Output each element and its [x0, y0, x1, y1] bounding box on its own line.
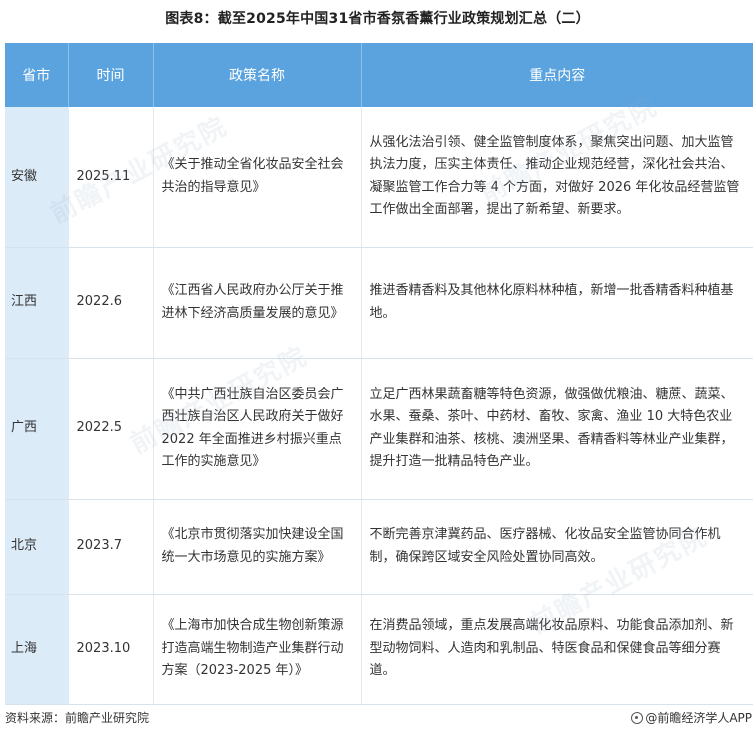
- table-row: 广西 2022.5 《中共广西壮族自治区委员会广西壮族自治区人民政府关于做好 2…: [5, 358, 753, 500]
- policy-name-cell: 《北京市贯彻落实加快建设全国统一大市场意见的实施方案》: [153, 499, 362, 595]
- table-row: 北京 2023.7 《北京市贯彻落实加快建设全国统一大市场意见的实施方案》 不断…: [5, 499, 753, 595]
- time-cell: 2022.6: [68, 247, 154, 359]
- key-content-cell: 从强化法治引领、健全监管制度体系，聚焦突出问题、加大监管执法力度，压实主体责任、…: [361, 107, 753, 248]
- key-content-cell: 推进香精香料及其他林化原料林种植，新增一批香精香料种植基地。: [361, 247, 753, 359]
- table-row: 上海 2023.10 《上海市加快合成生物创新策源 打造高端生物制造产业集群行动…: [5, 594, 753, 705]
- time-cell: 2023.10: [68, 594, 154, 705]
- province-cell: 北京: [5, 499, 69, 595]
- source-note: 资料来源：前瞻产业研究院: [5, 711, 150, 725]
- key-content-cell: 不断完善京津冀药品、医疗器械、化妆品安全监管协同合作机制，确保跨区域安全风险处置…: [361, 499, 753, 595]
- chart-title: 图表8：截至2025年中国31省市香氛香薰行业政策规划汇总（二）: [165, 11, 590, 27]
- brand-attribution: @前瞻经济学人APP: [631, 709, 752, 727]
- policy-table: 省市 时间 政策名称 重点内容 安徽 2025.11 《关于推动全省化妆品安全社…: [5, 43, 753, 705]
- time-cell: 2022.5: [68, 358, 154, 500]
- policy-name-cell: 《上海市加快合成生物创新策源 打造高端生物制造产业集群行动方案（2023-202…: [153, 594, 362, 705]
- policy-name-cell: 《江西省人民政府办公厅关于推进林下经济高质量发展的意见》: [153, 247, 362, 359]
- policy-name-cell: 《中共广西壮族自治区委员会广西壮族自治区人民政府关于做好 2022 年全面推进乡…: [153, 358, 362, 500]
- brand-text: @前瞻经济学人APP: [645, 711, 752, 725]
- header-province: 省市: [5, 43, 69, 107]
- province-cell: 上海: [5, 594, 69, 705]
- header-key-content: 重点内容: [361, 43, 753, 107]
- header-policy-name: 政策名称: [153, 43, 362, 107]
- province-cell: 江西: [5, 247, 69, 359]
- key-content-cell: 立足广西林果蔬畜糖等特色资源，做强做优粮油、糖蔗、蔬菜、水果、蚕桑、茶叶、中药材…: [361, 358, 753, 500]
- header-time: 时间: [68, 43, 154, 107]
- table-header-row: 省市 时间 政策名称 重点内容: [5, 43, 753, 107]
- table-row: 安徽 2025.11 《关于推动全省化妆品安全社会共治的指导意见》 从强化法治引…: [5, 107, 753, 248]
- key-content-cell: 在消费品领域，重点发展高端化妆品原料、功能食品添加剂、新型动物饲料、人造肉和乳制…: [361, 594, 753, 705]
- time-cell: 2023.7: [68, 499, 154, 595]
- province-cell: 广西: [5, 358, 69, 500]
- time-cell: 2025.11: [68, 107, 154, 248]
- table-row: 江西 2022.6 《江西省人民政府办公厅关于推进林下经济高质量发展的意见》 推…: [5, 247, 753, 359]
- province-cell: 安徽: [5, 107, 69, 248]
- brand-logo-icon: [631, 712, 644, 724]
- policy-name-cell: 《关于推动全省化妆品安全社会共治的指导意见》: [153, 107, 362, 248]
